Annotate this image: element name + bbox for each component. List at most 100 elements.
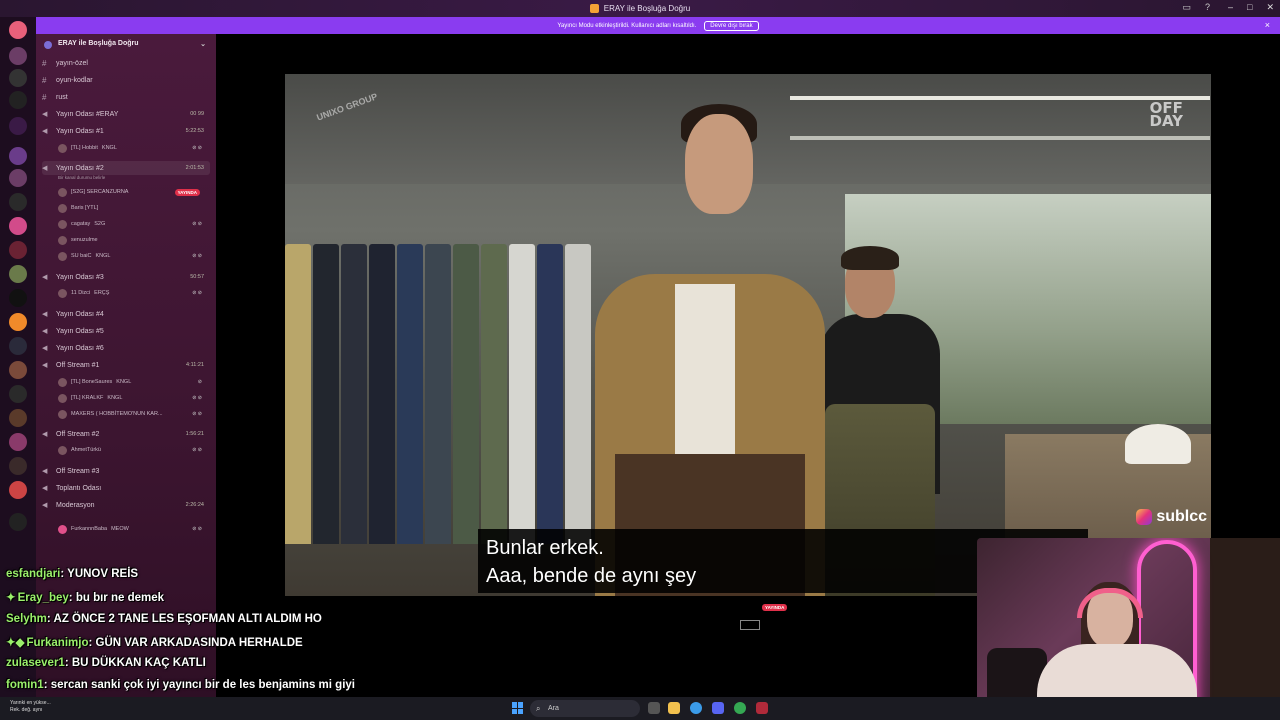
instagram-icon: [1136, 509, 1153, 525]
avatar: [58, 187, 67, 197]
add-server-icon[interactable]: [9, 513, 27, 531]
server-icon[interactable]: [9, 289, 27, 307]
server-icon[interactable]: [9, 169, 27, 187]
server-icon[interactable]: [9, 265, 27, 283]
server-icon[interactable]: [9, 481, 27, 499]
video-scene-cloth: [453, 244, 479, 544]
avatar: [58, 235, 67, 245]
speaker-icon: ◀: [42, 431, 48, 438]
server-icon[interactable]: [9, 241, 27, 259]
video-scene-cloth: [481, 244, 507, 544]
chrome-icon[interactable]: [690, 702, 702, 714]
inbox-icon[interactable]: ▭: [1182, 2, 1191, 13]
server-header[interactable]: ERAY ile Boşluğa Doğru ⌄: [36, 40, 216, 54]
speaker-icon: ◀: [42, 362, 48, 369]
discord-icon[interactable]: [712, 702, 724, 714]
file-explorer-icon[interactable]: [668, 702, 680, 714]
speaker-icon: ◀: [42, 128, 48, 135]
screen-share-icon[interactable]: [740, 620, 760, 630]
channel-label: yayın-özel: [56, 59, 88, 67]
server-icon[interactable]: [9, 385, 27, 403]
disable-streamer-mode-button[interactable]: Devre dışı bırak: [704, 20, 759, 31]
hash-icon: #: [42, 75, 47, 85]
voice-user[interactable]: [S2G] SERCANZURNA YAYINDA: [58, 186, 208, 198]
server-icon[interactable]: [9, 91, 27, 109]
server-icon[interactable]: [9, 361, 27, 379]
mute-deafen-icon: ⊘ ⊘: [192, 145, 202, 151]
channel-item[interactable]: # oyun-kodlar: [42, 73, 210, 87]
taskbar-search[interactable]: ⌕ Ara: [530, 700, 640, 717]
server-icon[interactable]: [9, 313, 27, 331]
voice-channel-item[interactable]: ◀ Yayın Odası #2 2:01:53: [42, 161, 210, 175]
weather-widget[interactable]: Yarınki en yükse... Rek. değ. aynı: [10, 700, 51, 714]
close-window-button[interactable]: ✕: [1266, 2, 1274, 13]
voice-channel-item[interactable]: ◀ Moderasyon 2:26:24: [42, 498, 210, 512]
server-icon[interactable]: [9, 409, 27, 427]
video-scene-main-person-head: [685, 114, 753, 214]
voice-channel-item[interactable]: ◀ Off Stream #2 1:56:21: [42, 427, 210, 441]
server-icon[interactable]: [9, 217, 27, 235]
voice-channel-item[interactable]: ◀ Off Stream #1 4:11:21: [42, 358, 210, 372]
voice-user[interactable]: [TL] KRALKF KNGL ⊘ ⊘: [58, 392, 208, 404]
user-tag: ERÇŞ: [94, 290, 110, 296]
voice-user[interactable]: AhmetTürkü ⊘ ⊘: [58, 444, 208, 456]
voice-channel-item[interactable]: ◀ Yayın Odası #4: [42, 307, 210, 321]
chat-text: : BU DÜKKAN KAÇ KATLI: [64, 657, 206, 669]
voice-user[interactable]: FurkannnBaba MEOW ⊘ ⊘: [58, 523, 208, 535]
server-icon[interactable]: [9, 147, 27, 165]
video-scene-person-hair: [841, 246, 899, 270]
server-icon[interactable]: [9, 337, 27, 355]
voice-user[interactable]: 11 Dizci ERÇŞ ⊘ ⊘: [58, 287, 208, 299]
video-player[interactable]: UNIXO GROUP OFF DAY Bunlar erkek. Aaa, b…: [285, 74, 1211, 596]
voice-channel-item[interactable]: ◀ Toplantı Odası: [42, 481, 210, 495]
voice-user[interactable]: senuzulme: [58, 234, 208, 246]
channel-label: Off Stream #3: [56, 467, 100, 475]
server-icon[interactable]: [9, 47, 27, 65]
server-icon[interactable]: [9, 457, 27, 475]
chat-message: Selyhm: AZ ÖNCE 2 TANE LES EŞOFMAN ALTI …: [6, 613, 322, 625]
voice-channel-item[interactable]: ◀ Off Stream #3: [42, 464, 210, 478]
app-icon[interactable]: [756, 702, 768, 714]
channel-status[interactable]: Bir kanal durumu belirle: [58, 175, 105, 180]
voice-channel-item[interactable]: ◀ Yayın Odası #5: [42, 324, 210, 338]
browser-icon[interactable]: [734, 702, 746, 714]
channel-item[interactable]: # rust: [42, 90, 210, 104]
user-name: cagatay: [71, 221, 91, 227]
voice-user[interactable]: MAXERS ( HOBBİTEMO'NUN KAR... ⊘ ⊘: [58, 408, 208, 420]
watermark-line: DAY: [1149, 112, 1184, 130]
channel-item[interactable]: # yayın-özel: [42, 56, 210, 70]
voice-user[interactable]: Baris [YTL]: [58, 202, 208, 214]
voice-user[interactable]: cagatay S2G ⊘ ⊘: [58, 218, 208, 230]
start-menu-icon[interactable]: [512, 702, 524, 714]
video-scene-shirt: [675, 284, 735, 464]
chat-text: : AZ ÖNCE 2 TANE LES EŞOFMAN ALTI ALDIM …: [46, 613, 322, 625]
minimize-button[interactable]: –: [1228, 2, 1233, 13]
chat-message: ✦◆ Furkanimjo: GÜN VAR ARKADASINDA HERHAL…: [6, 635, 303, 649]
server-icon[interactable]: [9, 117, 27, 135]
task-view-icon[interactable]: [648, 702, 660, 714]
user-tag: S2G: [94, 221, 106, 227]
help-icon[interactable]: ?: [1205, 2, 1210, 13]
user-tag: KNGL: [101, 145, 117, 151]
server-icon[interactable]: [9, 193, 27, 211]
speaker-icon: ◀: [42, 502, 48, 509]
close-notice-icon[interactable]: ×: [1265, 20, 1270, 30]
voice-user[interactable]: [TL] Hobbit KNGL ⊘ ⊘: [58, 142, 208, 154]
channel-label: Yayın Odası #1: [56, 127, 104, 135]
home-server-icon[interactable]: [9, 21, 27, 39]
voice-channel-item[interactable]: ◀ Yayın Odası #6: [42, 341, 210, 355]
user-name: [TL] KRALKF: [71, 395, 104, 401]
app-root: ERAY ile Boşluğa Doğru ▭ ? – □ ✕ Yayıncı…: [0, 0, 1280, 720]
voice-channel-item[interactable]: ◀ Yayın Odası #1 5:22:53: [42, 124, 210, 138]
voice-channel-item[interactable]: ◀ Yayın Odası #ERAY 00 99: [42, 107, 210, 121]
voice-user[interactable]: SU baiC KNGL ⊘ ⊘: [58, 250, 208, 262]
maximize-button[interactable]: □: [1247, 2, 1252, 13]
server-icon[interactable]: [9, 69, 27, 87]
user-tag: KNGL: [95, 253, 111, 259]
server-icon[interactable]: [9, 433, 27, 451]
video-scene-cloth: [425, 244, 451, 544]
taskbar: Yarınki en yükse... Rek. değ. aynı ⌕ Ara: [0, 697, 1280, 720]
chevron-down-icon[interactable]: ⌄: [200, 40, 206, 48]
voice-channel-item[interactable]: ◀ Yayın Odası #3 50:57: [42, 270, 210, 284]
voice-user[interactable]: [TL] BoneSaures KNGL ⊘: [58, 376, 208, 388]
